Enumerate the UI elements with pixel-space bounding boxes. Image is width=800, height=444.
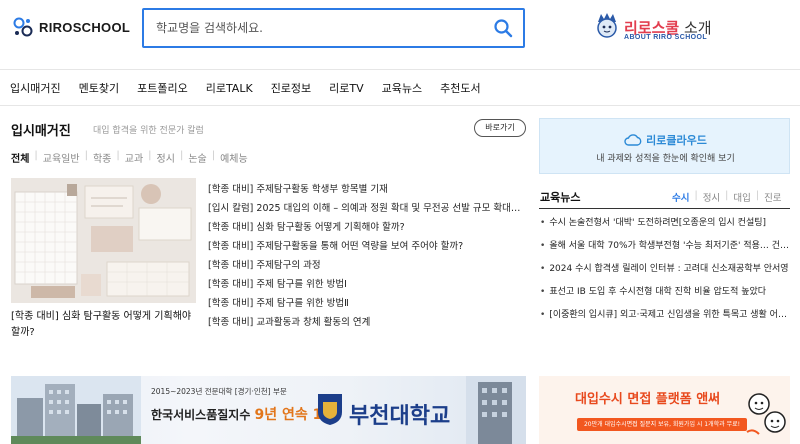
- magazine-article-list: [학종 대비] 주제탐구활동 학생부 항목별 기재 [입시 칼럼] 2025 대…: [208, 180, 526, 332]
- school-search-input[interactable]: [156, 10, 476, 46]
- list-item[interactable]: [학종 대비] 교과활동과 창체 활동의 연계: [208, 313, 526, 332]
- magazine-title: 입시매거진: [11, 124, 71, 139]
- list-item[interactable]: [이중환의 입시큐] 외고·국제고 신입생을 위한 특목고 생활 어드...: [540, 304, 790, 327]
- mascot-icon: [594, 10, 620, 44]
- logo-text: RIROSCHOOL: [39, 19, 131, 35]
- answer-banner-subtitle: 20만개 대입수시면접 질문지 보유, 회원가입 시 1개학과 무료!: [577, 418, 747, 431]
- riro-cloud-banner[interactable]: 리로클라우드 내 과제와 성적을 한눈에 확인해 보기: [539, 118, 790, 174]
- edu-news-tabs: 수시 | 정시 | 대입 | 진로: [672, 190, 782, 204]
- riroschool-logo-icon: [12, 16, 34, 38]
- tab-divider: |: [211, 150, 216, 161]
- campus-tower-image: [466, 376, 526, 444]
- banner-award-text: 한국서비스품질지수 9년 연속 1위: [151, 404, 333, 424]
- nav-item-recommended-books[interactable]: 추천도서: [440, 80, 480, 96]
- news-tab-susi[interactable]: 수시: [672, 190, 689, 204]
- news-tab-jeongsi[interactable]: 정시: [703, 190, 720, 204]
- tab-divider: |: [179, 150, 184, 161]
- nav-item-mentor[interactable]: 멘토찾기: [79, 80, 119, 96]
- stationery-illustration: [11, 178, 196, 303]
- list-item[interactable]: [학종 대비] 주제 탐구를 위한 방법Ⅱ: [208, 294, 526, 313]
- list-item[interactable]: [입시 칼럼] 2025 대입의 이해 – 의예과 정원 확대 및 무전공 선발…: [208, 199, 526, 218]
- search-icon[interactable]: [493, 18, 513, 38]
- featured-article-title[interactable]: [학종 대비] 심화 탐구활동 어떻게 기획해야 할까?: [11, 309, 196, 341]
- edu-news-title: 교육뉴스: [540, 191, 581, 204]
- university-name: 부천대학교: [349, 404, 451, 429]
- banner-award-period: 2015~2023년 전문대학 [경기·인천] 부문: [151, 387, 287, 396]
- tab-divider: |: [725, 190, 729, 201]
- tab-divider: |: [694, 190, 698, 201]
- tab-hakjong[interactable]: 학종: [93, 150, 111, 165]
- tab-divider: |: [34, 150, 38, 161]
- banner-award-a: 한국서비스품질지수: [151, 408, 255, 422]
- list-item[interactable]: [학종 대비] 주제탐구활동 학생부 항목별 기재: [208, 180, 526, 199]
- nav-item-portfolio[interactable]: 포트폴리오: [137, 80, 188, 96]
- list-item[interactable]: [학종 대비] 주제 탐구를 위한 방법Ⅰ: [208, 275, 526, 294]
- edu-news-list: 수시 논술전형서 '대박' 도전하려면[오종운의 입시 컨설팅] 올해 서울 대…: [540, 212, 790, 327]
- list-item[interactable]: [학종 대비] 심화 탐구활동 어떻게 기획해야 할까?: [208, 218, 526, 237]
- tab-all[interactable]: 전체: [11, 150, 29, 165]
- tab-essay[interactable]: 논술: [188, 150, 206, 165]
- riroschool-logo[interactable]: RIROSCHOOL: [12, 16, 130, 38]
- tab-divider: |: [755, 190, 760, 201]
- magazine-subtitle: 대입 합격을 위한 전문가 칼럼: [93, 126, 204, 136]
- featured-article-thumbnail[interactable]: [11, 178, 196, 303]
- tab-divider: |: [116, 150, 120, 161]
- list-item[interactable]: 수시 논술전형서 '대박' 도전하려면[오종운의 입시 컨설팅]: [540, 212, 790, 235]
- news-tab-career[interactable]: 진로: [764, 190, 781, 204]
- bucheon-university-banner[interactable]: 2015~2023년 전문대학 [경기·인천] 부문 한국서비스품질지수 9년 …: [11, 376, 526, 444]
- tab-arts-sports[interactable]: 예체능: [220, 150, 248, 165]
- school-search-box: [142, 8, 525, 48]
- site-header: RIROSCHOOL 리로스쿨 소개 ABOUT RIRO SCHOOL: [0, 0, 800, 70]
- list-item[interactable]: 올해 서울 대학 70%가 학생부전형 '수능 최저기준' 적용… 건국대...: [540, 235, 790, 258]
- campus-buildings-image: [11, 376, 141, 444]
- news-divider: [539, 208, 790, 209]
- cloud-title: 리로클라우드: [540, 132, 791, 149]
- tab-general[interactable]: 교육일반: [43, 150, 80, 165]
- list-item[interactable]: [학종 대비] 주제탐구의 과정: [208, 256, 526, 275]
- about-subtitle: ABOUT RIRO SCHOOL: [624, 34, 708, 41]
- tab-divider: |: [148, 150, 152, 161]
- list-item[interactable]: 표선고 IB 도입 후 수시전형 대학 진학 비율 압도적 높았다: [540, 281, 790, 304]
- list-item[interactable]: 2024 수시 합격생 릴레이 인터뷰 : 고려대 신소재공학부 안서영: [540, 258, 790, 281]
- about-riroschool-link[interactable]: 리로스쿨 소개 ABOUT RIRO SCHOOL: [594, 10, 712, 44]
- nav-item-edu-news[interactable]: 교육뉴스: [382, 80, 422, 96]
- nav-item-magazine[interactable]: 입시매거진: [10, 80, 61, 96]
- news-tab-daeip[interactable]: 대입: [733, 190, 750, 204]
- tab-subject[interactable]: 교과: [125, 150, 143, 165]
- answer-banner-title: 대입수시 면접 플랫폼 앤써: [575, 392, 721, 407]
- tab-divider: |: [84, 150, 88, 161]
- cloud-subtitle: 내 과제와 성적을 한눈에 확인해 보기: [596, 154, 735, 164]
- nav-item-career-info[interactable]: 진로정보: [271, 80, 311, 96]
- answer-interview-banner[interactable]: 대입수시 면접 플랫폼 앤써 20만개 대입수시면접 질문지 보유, 회원가입 …: [539, 376, 790, 444]
- cloud-title-text: 리로클라우드: [646, 134, 707, 147]
- characters-illustration-icon: [745, 388, 787, 444]
- list-item[interactable]: [학종 대비] 주제탐구활동을 통해 어떤 역량을 보여 주어야 할까?: [208, 237, 526, 256]
- nav-item-riro-talk[interactable]: 리로TALK: [206, 80, 253, 96]
- magazine-tabs: 전체 | 교육일반 | 학종 | 교과 | 정시 | 논술 | 예체능: [11, 150, 248, 165]
- university-emblem-icon: [316, 392, 344, 430]
- banner-award-em: 9년 연속 1: [254, 407, 323, 423]
- nav-item-riro-tv[interactable]: 리로TV: [329, 80, 363, 96]
- cloud-icon: [624, 133, 642, 149]
- magazine-more-button[interactable]: 바로가기: [474, 119, 526, 137]
- main-nav: 입시매거진 멘토찾기 포트폴리오 리로TALK 진로정보 리로TV 교육뉴스 추…: [0, 70, 800, 106]
- tab-regular[interactable]: 정시: [157, 150, 175, 165]
